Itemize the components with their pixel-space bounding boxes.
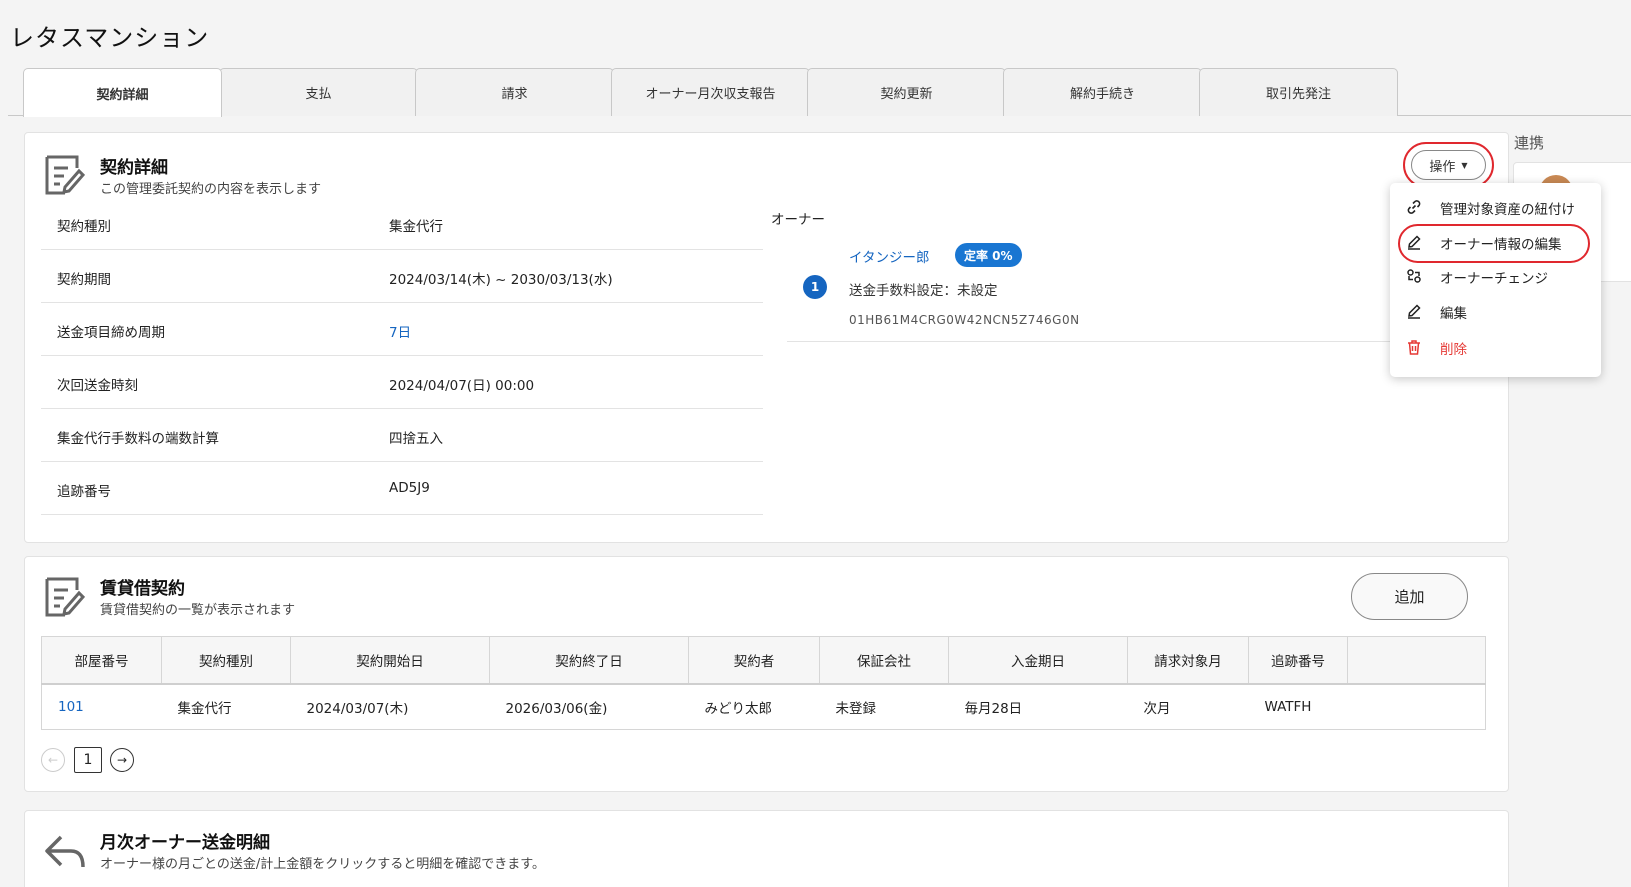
table-row[interactable]: 101 集金代行 2024/03/07(木) 2026/03/06(金) みどり… [42,684,1486,730]
contract-detail-title: 契約詳細 [100,158,168,178]
operations-label: 操作 [1429,159,1456,175]
detail-row: 追跡番号 AD5J9 [41,462,763,515]
menu-item-label: 管理対象資産の紐付け [1440,202,1575,218]
tab-cancellation[interactable]: 解約手続き [1003,68,1202,116]
room-number-link[interactable]: 101 [42,684,162,730]
menu-item-delete[interactable]: 削除 [1390,330,1601,364]
tab-payment[interactable]: 支払 [219,68,418,116]
detail-label: 追跡番号 [57,484,111,500]
remittance-card: 月次オーナー送金明細 オーナー様の月ごとの送金/計上金額をクリックすると明細を確… [24,810,1509,887]
menu-item-edit-owner[interactable]: オーナー情報の編集 [1390,225,1601,259]
table-cell: 集金代行 [177,700,232,717]
contract-detail-subtitle: この管理委託契約の内容を表示します [100,182,322,197]
detail-label: 契約種別 [57,219,111,235]
tab-contract-renewal[interactable]: 契約更新 [807,68,1006,116]
detail-value: 集金代行 [389,219,443,235]
tab-bar: 契約詳細 支払 請求 オーナー月次収支報告 契約更新 解約手続き 取引先発注 [8,68,1631,117]
operations-menu: 管理対象資産の紐付け オーナー情報の編集 オーナーチェンジ 編集 削除 [1390,183,1601,377]
contract-detail-card: 契約詳細 この管理委託契約の内容を表示します 契約種別 集金代行 契約期間 20… [24,132,1509,543]
lease-title: 賃貸借契約 [100,579,185,599]
column-header[interactable]: 契約開始日 [290,636,490,685]
operations-button[interactable]: 操作 ▼ [1411,150,1486,180]
column-header[interactable]: 請求対象月 [1127,636,1249,685]
menu-item-link-assets[interactable]: 管理対象資産の紐付け [1390,190,1601,224]
detail-row: 次回送金時刻 2024/04/07(日) 00:00 [41,356,763,409]
remit-fee-setting: 送金手数料設定：未設定 [849,283,998,299]
detail-row: 契約期間 2024/03/14(木) ~ 2030/03/13(水) [41,250,763,303]
link-icon [1407,200,1421,214]
remittance-subtitle: オーナー様の月ごとの送金/計上金額をクリックすると明細を確認できます。 [100,857,545,872]
pencil-icon [1408,235,1421,250]
integration-title: 連携 [1514,134,1545,152]
reply-arrow-icon [45,835,85,868]
tab-billing[interactable]: 請求 [415,68,614,116]
detail-row: 集金代行手数料の端数計算 四捨五入 [41,409,763,462]
owner-section-label: オーナー [771,212,825,228]
divider [787,341,1487,342]
caret-down-icon: ▼ [1461,160,1468,170]
column-header-empty [1347,636,1486,685]
detail-label: 次回送金時刻 [57,378,138,394]
prev-page-button[interactable]: ← [41,748,65,772]
owner-name-link[interactable]: イタンジー郎 [849,246,929,266]
pencil-icon [1408,304,1421,319]
detail-row: 送金項目締め周期 7日 [41,303,763,356]
column-header[interactable]: 入金期日 [948,636,1128,685]
tab-owner-monthly-report[interactable]: オーナー月次収支報告 [611,68,810,116]
closing-cycle-link[interactable]: 7日 [389,321,411,341]
column-header[interactable]: 部屋番号 [41,636,162,685]
table-cell: 次月 [1143,700,1171,717]
menu-item-owner-change[interactable]: オーナーチェンジ [1390,259,1601,293]
owner-id: 01HB61M4CRG0W42NCN5Z746G0N [849,313,1080,327]
lease-table: 部屋番号 契約種別 契約開始日 契約終了日 契約者 保証会社 入金期日 請求対象… [41,636,1486,730]
page-title: レタスマンション [10,24,210,52]
swap-icon [1407,269,1421,283]
column-header[interactable]: 契約終了日 [489,636,689,685]
detail-label: 集金代行手数料の端数計算 [57,431,219,447]
fee-rate-badge: 定率 0% [955,243,1022,267]
lease-subtitle: 賃貸借契約の一覧が表示されます [100,603,296,618]
tab-vendor-order[interactable]: 取引先発注 [1199,68,1398,116]
table-cell: 2026/03/06(金) [505,700,608,717]
table-cell: 2024/03/07(木) [306,700,409,717]
arrow-left-icon: ← [47,753,59,767]
document-edit-icon [45,155,86,195]
page-number[interactable]: 1 [74,747,102,773]
tab-contract-detail[interactable]: 契約詳細 [23,68,222,117]
arrow-right-icon: → [116,753,128,767]
detail-label: 契約期間 [57,272,111,288]
table-cell [1348,684,1486,730]
detail-value: 2024/03/14(木) ~ 2030/03/13(水) [389,272,613,288]
menu-item-edit[interactable]: 編集 [1390,294,1601,328]
column-header[interactable]: 追跡番号 [1248,636,1348,685]
menu-item-label: オーナーチェンジ [1440,271,1548,287]
column-header[interactable]: 契約者 [688,636,820,685]
detail-value: 四捨五入 [389,431,443,447]
column-header[interactable]: 保証会社 [819,636,949,685]
next-page-button[interactable]: → [110,748,134,772]
table-cell: みどり太郎 [704,700,773,717]
detail-row: 契約種別 集金代行 [41,197,763,250]
detail-value: 2024/04/07(日) 00:00 [389,378,535,394]
detail-value: AD5J9 [389,480,430,496]
menu-item-label: 編集 [1440,306,1467,322]
menu-item-label: オーナー情報の編集 [1440,237,1562,253]
menu-item-label: 削除 [1440,342,1467,358]
document-edit-icon [45,577,86,617]
lease-card: 賃貸借契約 賃貸借契約の一覧が表示されます 追加 部屋番号 契約種別 契約開始日… [24,556,1509,792]
table-cell: 毎月28日 [964,700,1023,717]
column-header[interactable]: 契約種別 [161,636,291,685]
detail-label: 送金項目締め周期 [57,325,165,341]
table-header-row: 部屋番号 契約種別 契約開始日 契約終了日 契約者 保証会社 入金期日 請求対象… [41,636,1486,685]
owner-number-badge: 1 [803,275,827,299]
table-cell: WATFH [1264,698,1312,715]
add-lease-button[interactable]: 追加 [1351,573,1468,620]
table-cell: 未登録 [835,700,877,717]
trash-icon [1408,340,1420,355]
remittance-title: 月次オーナー送金明細 [100,833,270,853]
